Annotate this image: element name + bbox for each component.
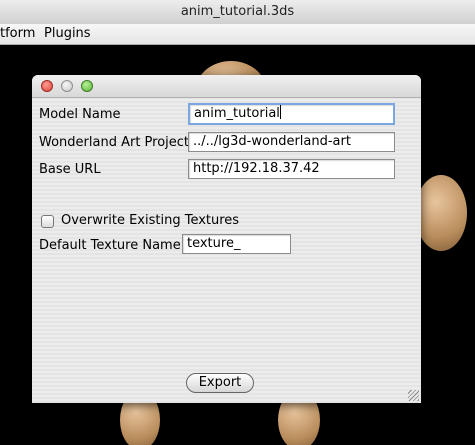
window-title-bar: anim_tutorial.3ds xyxy=(0,0,475,25)
export-button[interactable]: Export xyxy=(186,373,254,393)
close-icon[interactable] xyxy=(41,80,53,92)
window-title: anim_tutorial.3ds xyxy=(180,4,295,19)
texture-name-input[interactable]: texture_ xyxy=(182,234,291,254)
overwrite-textures-checkbox[interactable] xyxy=(41,215,54,228)
menu-bar: tform Plugins xyxy=(0,24,475,45)
menu-item-plugins[interactable]: Plugins xyxy=(44,24,91,44)
model-name-input[interactable]: anim_tutorial xyxy=(188,103,395,125)
model-name-label: Model Name xyxy=(39,107,121,122)
model-right-arm xyxy=(415,175,467,251)
art-project-label: Wonderland Art Project xyxy=(39,135,190,150)
model-name-value: anim_tutorial xyxy=(194,106,280,121)
menu-item-transform[interactable]: tform xyxy=(0,24,35,44)
texture-name-value: texture_ xyxy=(187,236,241,251)
art-project-input[interactable]: ../../lg3d-wonderland-art xyxy=(188,132,395,152)
export-dialog: Model Name anim_tutorial Wonderland Art … xyxy=(32,75,421,403)
resize-grip[interactable] xyxy=(408,390,419,401)
base-url-label: Base URL xyxy=(39,162,101,177)
overwrite-textures-label[interactable]: Overwrite Existing Textures xyxy=(61,213,239,228)
art-project-value: ../../lg3d-wonderland-art xyxy=(193,134,351,149)
base-url-value: http://192.18.37.42 xyxy=(193,161,320,176)
texture-name-label: Default Texture Name xyxy=(39,238,181,253)
dialog-title-bar[interactable] xyxy=(32,75,421,98)
zoom-icon[interactable] xyxy=(81,80,93,92)
text-caret xyxy=(279,105,281,119)
base-url-input[interactable]: http://192.18.37.42 xyxy=(188,159,395,179)
minimize-icon[interactable] xyxy=(61,80,73,92)
